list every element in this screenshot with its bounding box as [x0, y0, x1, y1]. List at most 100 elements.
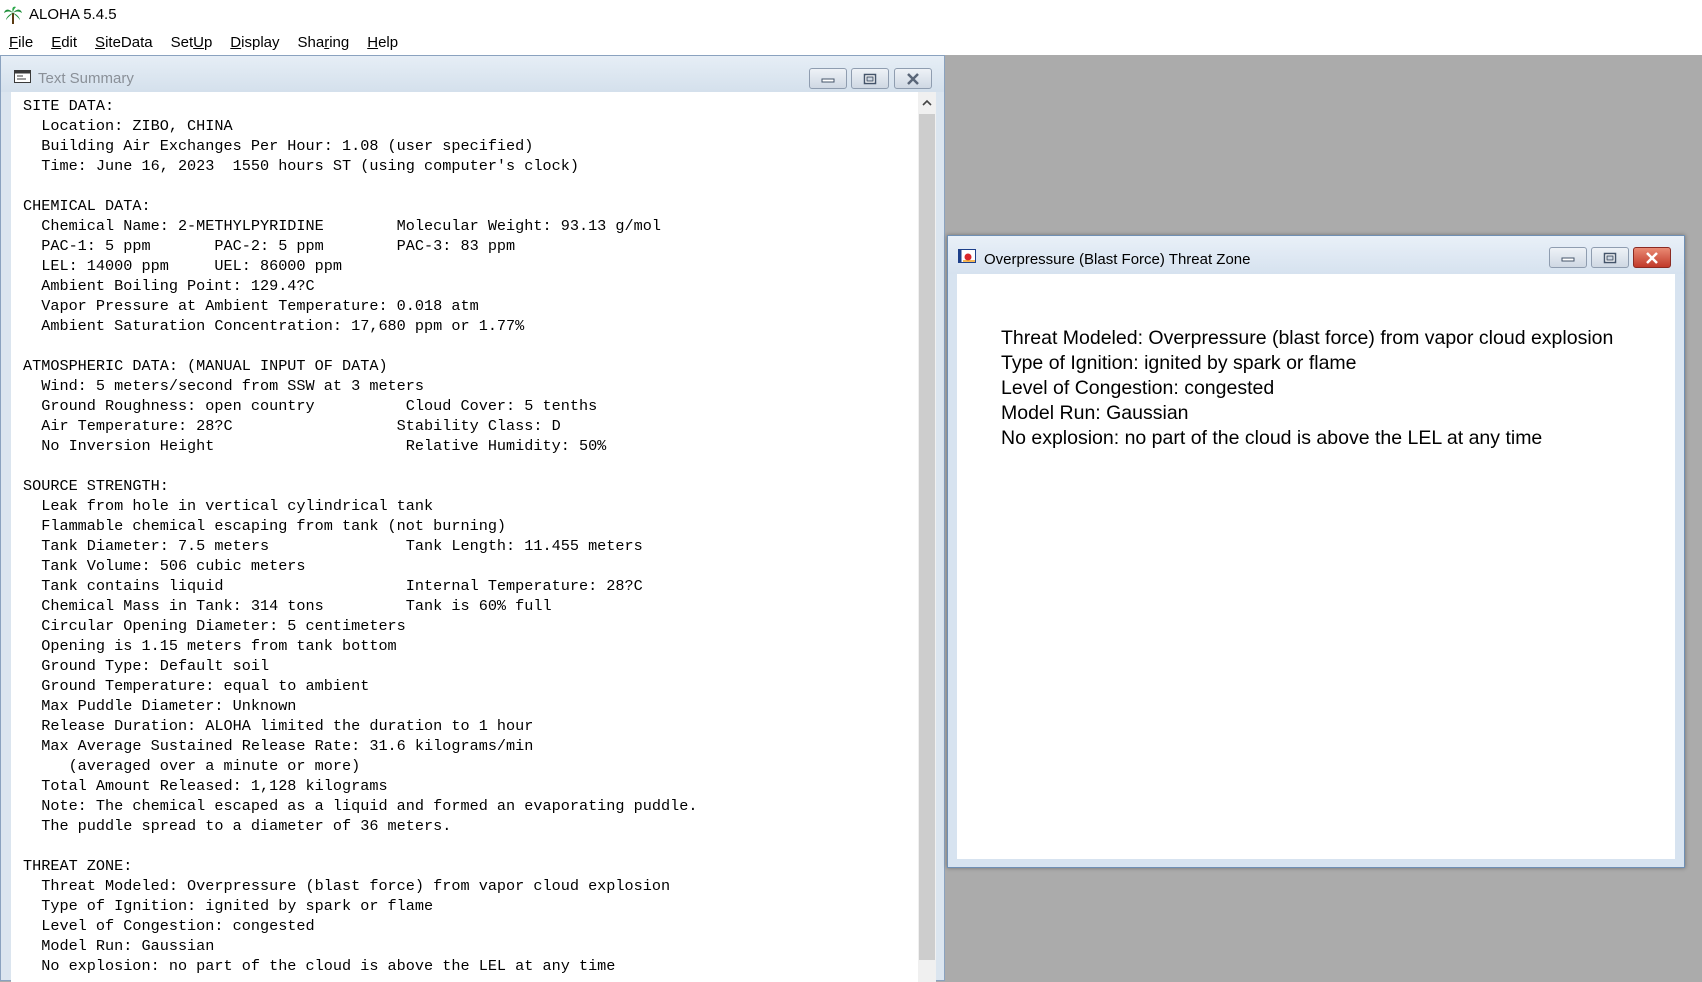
- text-summary-line: Time: June 16, 2023 1550 hours ST (using…: [23, 157, 579, 175]
- text-summary-line: Ambient Boiling Point: 129.4?C: [23, 277, 315, 295]
- text-summary-line: Opening is 1.15 meters from tank bottom: [23, 637, 397, 655]
- text-summary-body: SITE DATA: Location: ZIBO, CHINA Buildin…: [11, 92, 918, 976]
- threat-zone-title: Overpressure (Blast Force) Threat Zone: [984, 251, 1251, 268]
- threat-zone-line: Threat Modeled: Overpressure (blast forc…: [1001, 327, 1614, 349]
- text-summary-line: Chemical Mass in Tank: 314 tons Tank is …: [23, 597, 552, 615]
- threat-zone-content[interactable]: Threat Modeled: Overpressure (blast forc…: [957, 274, 1675, 859]
- text-summary-close-button[interactable]: [894, 68, 932, 89]
- text-summary-line: Location: ZIBO, CHINA: [23, 117, 233, 135]
- menu-file[interactable]: File: [9, 32, 33, 53]
- menu-setup-post: p: [203, 33, 213, 51]
- text-summary-line: No explosion: no part of the cloud is ab…: [23, 957, 616, 975]
- text-summary-line: Building Air Exchanges Per Hour: 1.08 (u…: [23, 137, 534, 155]
- close-icon: [907, 72, 919, 85]
- text-summary-line: LEL: 14000 ppm UEL: 86000 ppm: [23, 257, 342, 275]
- threat-zone-window: Overpressure (Blast Force) Threat Zone T…: [947, 235, 1685, 868]
- text-summary-line: Max Average Sustained Release Rate: 31.6…: [23, 737, 534, 755]
- scroll-up-button[interactable]: [918, 92, 936, 112]
- text-summary-line: Chemical Name: 2-METHYLPYRIDINE Molecula…: [23, 217, 661, 235]
- chevron-up-icon: [922, 99, 932, 106]
- text-summary-line: SOURCE STRENGTH:: [23, 477, 169, 495]
- text-document-icon: [14, 70, 31, 83]
- threat-zone-line: Level of Congestion: congested: [1001, 377, 1275, 399]
- text-summary-line: Ambient Saturation Concentration: 17,680…: [23, 317, 525, 335]
- text-summary-minimize-button[interactable]: [809, 68, 847, 89]
- text-summary-line: Ground Temperature: equal to ambient: [23, 677, 370, 695]
- threat-zone-restore-button[interactable]: [1591, 247, 1629, 268]
- menu-setup-pre: Set: [170, 33, 194, 51]
- close-icon: [1646, 251, 1658, 264]
- text-summary-content[interactable]: SITE DATA: Location: ZIBO, CHINA Buildin…: [11, 92, 918, 982]
- threat-zone-line: Type of Ignition: ignited by spark or fl…: [1001, 352, 1357, 374]
- minimize-icon: [821, 78, 835, 82]
- menu-sitedata-post: iteData: [105, 33, 153, 51]
- app-title: ALOHA 5.4.5: [29, 6, 117, 23]
- text-summary-line: ATMOSPHERIC DATA: (MANUAL INPUT OF DATA): [23, 357, 388, 375]
- text-summary-line: Type of Ignition: ignited by spark or fl…: [23, 897, 434, 915]
- text-summary-restore-button[interactable]: [851, 68, 889, 89]
- aloha-palm-icon: [3, 4, 23, 25]
- menu-edit-post: dit: [61, 33, 78, 51]
- menu-sharing-pre: Sha: [297, 33, 325, 51]
- menu-edit[interactable]: Edit: [51, 32, 77, 53]
- menu-edit-mnemonic: E: [51, 33, 62, 51]
- text-summary-line: Air Temperature: 28?C Stability Class: D: [23, 417, 561, 435]
- threat-zone-text: Threat Modeled: Overpressure (blast forc…: [1001, 326, 1613, 451]
- text-summary-line: THREAT ZONE:: [23, 857, 133, 875]
- text-summary-line: Model Run: Gaussian: [23, 937, 215, 955]
- threat-zone-line: No explosion: no part of the cloud is ab…: [1001, 427, 1543, 449]
- text-summary-line: Vapor Pressure at Ambient Temperature: 0…: [23, 297, 479, 315]
- menu-display-post: isplay: [241, 33, 280, 51]
- menu-help[interactable]: Help: [367, 32, 398, 53]
- text-summary-line: PAC-1: 5 ppm PAC-2: 5 ppm PAC-3: 83 ppm: [23, 237, 516, 255]
- text-summary-line: Leak from hole in vertical cylindrical t…: [23, 497, 434, 515]
- menu-setup[interactable]: SetUp: [171, 32, 213, 53]
- text-summary-line: Release Duration: ALOHA limited the dura…: [23, 717, 534, 735]
- mdi-workspace: Text Summary SITE DATA: Location: ZIBO, …: [0, 55, 1702, 982]
- text-summary-line: Ground Roughness: open country Cloud Cov…: [23, 397, 598, 415]
- menu-file-mnemonic: F: [9, 33, 19, 51]
- threat-zone-minimize-button[interactable]: [1549, 247, 1587, 268]
- threat-zone-close-button[interactable]: [1633, 247, 1671, 268]
- text-summary-line: Note: The chemical escaped as a liquid a…: [23, 797, 698, 815]
- text-summary-line: Tank Volume: 506 cubic meters: [23, 557, 306, 575]
- threat-zone-icon: [958, 249, 976, 263]
- threat-zone-line: Model Run: Gaussian: [1001, 402, 1189, 424]
- text-summary-titlebar[interactable]: Text Summary: [1, 56, 944, 92]
- text-summary-line: No Inversion Height Relative Humidity: 5…: [23, 437, 607, 455]
- text-summary-line: CHEMICAL DATA:: [23, 197, 151, 215]
- text-summary-line: SITE DATA:: [23, 97, 115, 115]
- restore-icon: [863, 73, 877, 84]
- text-summary-line: Ground Type: Default soil: [23, 657, 270, 675]
- text-summary-scrollbar[interactable]: [918, 92, 936, 982]
- text-summary-line: Threat Modeled: Overpressure (blast forc…: [23, 877, 671, 895]
- menu-help-post: elp: [378, 33, 399, 51]
- menu-file-post: ile: [18, 33, 34, 51]
- menu-help-mnemonic: H: [367, 33, 379, 51]
- menu-sharing-post: ing: [329, 33, 350, 51]
- threat-zone-titlebar[interactable]: Overpressure (Blast Force) Threat Zone: [948, 236, 1684, 274]
- text-summary-line: Tank contains liquid Internal Temperatur…: [23, 577, 643, 595]
- menu-setup-mnemonic: U: [193, 33, 204, 51]
- text-summary-line: (averaged over a minute or more): [23, 757, 361, 775]
- text-summary-line: Circular Opening Diameter: 5 centimeters: [23, 617, 406, 635]
- text-summary-window: Text Summary SITE DATA: Location: ZIBO, …: [0, 55, 945, 982]
- app-titlebar: ALOHA 5.4.5: [0, 0, 1702, 29]
- menu-bar: File Edit SiteData SetUp Display Sharing…: [0, 29, 1702, 56]
- menu-display-mnemonic: D: [230, 33, 242, 51]
- restore-icon: [1603, 252, 1617, 263]
- menu-display[interactable]: Display: [230, 32, 279, 53]
- menu-sitedata-mnemonic: S: [95, 33, 106, 51]
- text-summary-line: Flammable chemical escaping from tank (n…: [23, 517, 507, 535]
- text-summary-line: Total Amount Released: 1,128 kilograms: [23, 777, 388, 795]
- text-summary-line: The puddle spread to a diameter of 36 me…: [23, 817, 452, 835]
- text-summary-line: Tank Diameter: 7.5 meters Tank Length: 1…: [23, 537, 643, 555]
- menu-sharing[interactable]: Sharing: [298, 32, 350, 53]
- text-summary-line: Level of Congestion: congested: [23, 917, 315, 935]
- scroll-thumb[interactable]: [919, 114, 935, 960]
- minimize-icon: [1561, 257, 1575, 261]
- text-summary-line: Max Puddle Diameter: Unknown: [23, 697, 297, 715]
- menu-sitedata[interactable]: SiteData: [95, 32, 153, 53]
- text-summary-line: Wind: 5 meters/second from SSW at 3 mete…: [23, 377, 425, 395]
- text-summary-title: Text Summary: [38, 70, 134, 87]
